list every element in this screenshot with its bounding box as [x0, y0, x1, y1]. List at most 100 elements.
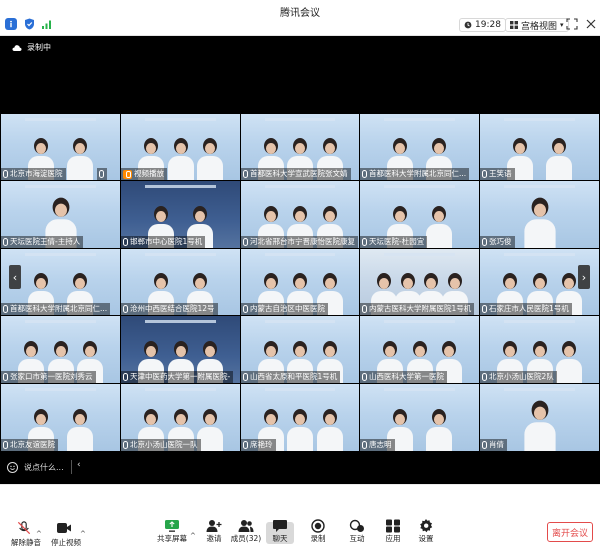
participant-name: 内蒙古医科大学附属医院1号机	[369, 304, 472, 313]
participant-name-label: 石家庄市人民医院1号机	[480, 303, 572, 315]
chat-input-bar[interactable]: 说点什么... ‹	[7, 457, 87, 477]
participant-name: 内蒙古自治区中医医院	[250, 304, 325, 313]
stop-video-label: 停止视频	[51, 538, 81, 547]
chevron-right-icon: ›	[581, 270, 587, 284]
slide-banner	[264, 118, 336, 121]
mic-off-icon	[3, 441, 8, 449]
signal-icon[interactable]	[40, 18, 52, 30]
participant-name-label: 天坛医院王倩-主持人	[1, 236, 84, 248]
chat-button[interactable]: 聊天	[266, 520, 294, 544]
members-icon	[238, 520, 254, 532]
next-page-button[interactable]: ›	[578, 265, 590, 289]
participant-name: 北京市海淀医院	[10, 169, 63, 178]
stop-video-button[interactable]: 停止视频	[46, 485, 86, 547]
mic-off-icon	[3, 373, 8, 381]
participant-tile[interactable]: 北京市海淀医院	[1, 114, 120, 180]
fullscreen-icon[interactable]	[566, 18, 578, 30]
collapse-chat-icon[interactable]: ‹	[77, 460, 81, 470]
participant-name-label: 首都医科大学附属北京同仁...	[360, 168, 470, 180]
participant-tile[interactable]: 内蒙古自治区中医医院	[241, 249, 359, 315]
slide-banner	[383, 185, 456, 188]
participant-tile[interactable]: 天坛医院-杜园宜	[360, 181, 479, 248]
leave-meeting-button[interactable]: 离开会议	[547, 522, 593, 542]
layout-view-button[interactable]: 宫格视图 ▾	[505, 18, 569, 32]
participant-tile[interactable]: 山西医科大学第一医院	[360, 316, 479, 383]
recording-label: 录制中	[27, 43, 51, 52]
participant-tile[interactable]: 张家口市第一医院刘秀云	[1, 316, 120, 383]
participant-video	[544, 132, 574, 180]
participant-name: 张家口市第一医院刘秀云	[10, 372, 93, 381]
slide-banner	[24, 185, 97, 188]
members-button[interactable]: 成员(32)	[226, 485, 266, 543]
participant-name-label: 天津中医药大学第一附属医院-	[121, 371, 234, 383]
participant-tile[interactable]: 北京小汤山医院2队	[480, 316, 599, 383]
participant-tile[interactable]: 山西省太原和平医院1号机	[241, 316, 359, 383]
meeting-timer[interactable]: 19:28	[459, 18, 506, 32]
slide-banner	[503, 118, 576, 121]
participant-tile[interactable]: 张巧俊	[480, 181, 599, 248]
mic-off-icon	[482, 170, 487, 178]
mic-muted-icon	[17, 521, 31, 535]
participant-name: 唐志明	[369, 440, 392, 449]
interact-button[interactable]: 互动	[337, 485, 377, 543]
unmute-options-chevron-icon[interactable]: ^	[36, 530, 42, 538]
mic-off-icon	[362, 441, 367, 449]
mic-off-icon	[99, 170, 104, 178]
mic-off-icon	[362, 373, 367, 381]
participant-tile[interactable]: 天津中医药大学第一附属医院-	[121, 316, 240, 383]
emoji-icon[interactable]	[7, 461, 18, 473]
participant-tile[interactable]: 北京小汤山医院一队	[121, 384, 240, 451]
mic-off-icon	[3, 305, 8, 313]
shield-icon[interactable]	[23, 18, 35, 30]
members-label: 成员(32)	[230, 534, 262, 543]
unmute-button[interactable]: 解除静音	[6, 485, 46, 547]
participant-name: 石家庄市人民医院1号机	[489, 304, 569, 313]
participant-tile[interactable]: 席艳玲	[241, 384, 359, 451]
meeting-window: 腾讯会议 19:28 宫格视图 ▾ 录制中 北京市海淀医院 视频播放 首都医科大…	[0, 0, 600, 548]
participant-tile[interactable]: 北京友谊医院	[1, 384, 120, 451]
participant-tile[interactable]: 首都医科大学宣武医院张文婧	[241, 114, 359, 180]
participant-tile[interactable]: 视频播放	[121, 114, 240, 180]
slide-banner	[264, 185, 336, 188]
slide-banner	[24, 118, 97, 121]
close-icon[interactable]	[585, 18, 597, 30]
participant-tile[interactable]: 天坛医院王倩-主持人	[1, 181, 120, 248]
share-screen-icon	[165, 520, 179, 532]
gear-icon	[420, 519, 433, 533]
participant-tile[interactable]: 河北省邢台市宁晋康怡医院康复	[241, 181, 359, 248]
participant-tile[interactable]: 内蒙古医科大学附属医院1号机	[360, 249, 479, 315]
chat-icon	[273, 520, 287, 532]
chat-placeholder[interactable]: 说点什么...	[24, 462, 64, 473]
camera-icon	[57, 523, 71, 533]
participant-tile[interactable]: 沧州中西医结合医院12号	[121, 249, 240, 315]
timer-value: 19:28	[475, 20, 501, 30]
share-screen-button[interactable]: 共享屏幕	[152, 485, 192, 543]
participant-name-label: 首都医科大学宣武医院张文婧	[241, 168, 351, 180]
participant-tile[interactable]: 邯郸市中心医院1号机	[121, 181, 240, 248]
participant-tile[interactable]: 王笑语	[480, 114, 599, 180]
title-bar: 腾讯会议 19:28 宫格视图 ▾	[0, 0, 600, 36]
participant-tile[interactable]: 唐志明	[360, 384, 479, 451]
video-grid: 北京市海淀医院 视频播放 首都医科大学宣武医院张文婧 首都医科大学附属北京同仁... 王…	[0, 114, 600, 451]
participant-name-label: 席艳玲	[241, 439, 276, 451]
apps-icon	[386, 519, 400, 533]
slide-banner	[264, 253, 336, 256]
chevron-left-icon: ‹	[12, 270, 18, 284]
settings-button[interactable]: 设置	[406, 485, 446, 543]
participant-name: 北京友谊医院	[10, 440, 55, 449]
video-options-chevron-icon[interactable]: ^	[80, 530, 86, 538]
participant-tile[interactable]: 肖倩	[480, 384, 599, 451]
slide-banner	[503, 185, 576, 188]
slide-banner	[503, 320, 576, 323]
participant-name-label: 王笑语	[480, 168, 515, 180]
mic-off-icon	[482, 305, 487, 313]
participant-name-label: 内蒙古自治区中医医院	[241, 303, 328, 315]
participant-video	[65, 403, 95, 451]
info-icon[interactable]	[5, 18, 17, 30]
record-button[interactable]: 录制	[298, 485, 338, 543]
prev-page-button[interactable]: ‹	[9, 265, 21, 289]
participant-name: 张巧俊	[489, 237, 512, 246]
participant-tile[interactable]: 首都医科大学附属北京同仁...	[360, 114, 479, 180]
unmute-label: 解除静音	[11, 538, 41, 547]
app-title: 腾讯会议	[280, 8, 320, 19]
